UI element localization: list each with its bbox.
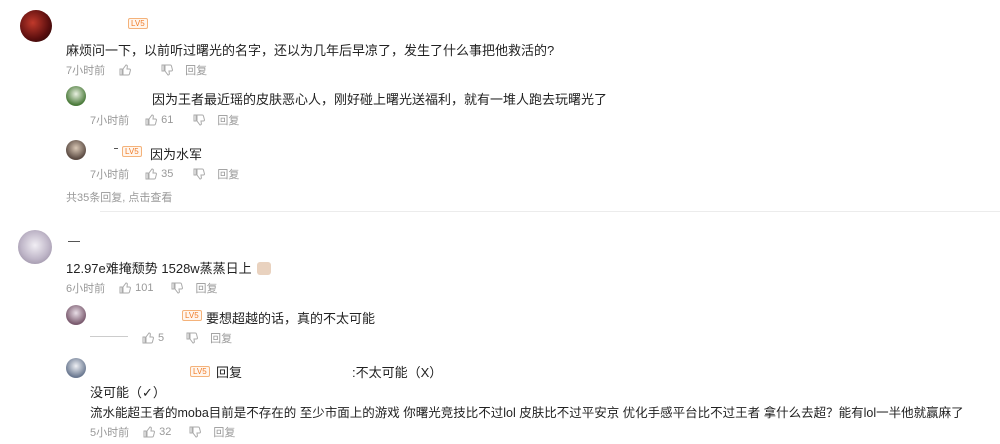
emoji-icon — [257, 262, 272, 275]
reply-meta: 7小时前 61 回复 — [90, 112, 239, 128]
like-count: 61 — [161, 114, 174, 126]
thumbs-up-icon[interactable] — [119, 282, 132, 294]
comment-text: 麻烦问一下，以前听过曙光的名字，还以为几年后早凉了，发生了什么事把他救活的? — [66, 43, 555, 58]
like-count: 101 — [135, 282, 154, 294]
comment-meta: 7小时前 回复 — [66, 62, 207, 78]
avatar[interactable] — [18, 230, 52, 264]
username-fragment — [90, 336, 128, 337]
reply-meta: 7小时前 35 回复 — [90, 166, 239, 182]
timestamp: 7小时前 — [90, 169, 130, 181]
reply-text: 因为水军 — [150, 147, 203, 162]
reply-button[interactable]: 回复 — [217, 166, 239, 182]
thumbs-down-icon[interactable] — [171, 282, 184, 294]
reply-button[interactable]: 回复 — [185, 62, 207, 78]
level-badge: LV5 — [182, 310, 202, 321]
reply-button[interactable]: 回复 — [210, 330, 232, 346]
reply-button[interactable]: 回复 — [195, 280, 217, 296]
thumbs-up-icon[interactable] — [145, 168, 158, 180]
avatar[interactable] — [66, 358, 86, 378]
reply-text-line: 没可能（✓） — [90, 385, 166, 400]
thumbs-down-icon[interactable] — [186, 332, 199, 344]
username-fragment — [68, 241, 80, 242]
like-count: 5 — [158, 332, 165, 344]
reply-button[interactable]: 回复 — [217, 112, 239, 128]
reply-button[interactable]: 回复 — [213, 424, 235, 440]
like-count: 35 — [161, 168, 174, 180]
avatar[interactable] — [20, 10, 52, 42]
reply-text: 要想超越的话，真的不太可能 — [206, 311, 376, 326]
comment-text: 12.97e难掩颓势 1528w蒸蒸日上 — [66, 258, 272, 277]
timestamp: 7小时前 — [90, 115, 130, 127]
thumbs-up-icon[interactable] — [143, 426, 156, 438]
thumbs-down-icon[interactable] — [193, 168, 206, 180]
reply-meta: 5 回复 — [90, 330, 232, 346]
level-badge: LV5 — [122, 146, 142, 157]
comment-meta: 6小时前 101 回复 — [66, 280, 217, 296]
thumbs-down-icon[interactable] — [193, 114, 206, 126]
thumbs-up-icon[interactable] — [142, 332, 154, 344]
view-replies-link[interactable]: 共35条回复, 点击查看 — [66, 189, 172, 205]
thumbs-down-icon[interactable] — [189, 426, 202, 438]
level-badge: LV5 — [128, 18, 148, 29]
reply-prefix: 回复 — [216, 365, 243, 380]
reply-text: 因为王者最近瑶的皮肤恶心人，刚好碰上曙光送福利，就有一堆人跑去玩曙光了 — [152, 92, 608, 107]
username-fragment — [114, 148, 118, 149]
avatar[interactable] — [66, 140, 86, 160]
timestamp: 6小时前 — [66, 283, 106, 295]
level-badge: LV5 — [190, 366, 210, 377]
reply-quote: :不太可能（X） — [352, 365, 443, 380]
thumbs-up-icon[interactable] — [119, 64, 132, 76]
avatar[interactable] — [66, 86, 86, 106]
avatar[interactable] — [66, 305, 86, 325]
thumbs-up-icon[interactable] — [145, 114, 158, 126]
reply-text-line: 流水能超王者的moba目前是不存在的 至少市面上的游戏 你曙光竞技比不过lol … — [90, 406, 964, 420]
timestamp: 5小时前 — [90, 427, 130, 439]
timestamp: 7小时前 — [66, 65, 106, 77]
thumbs-down-icon[interactable] — [161, 64, 174, 76]
divider — [100, 211, 1000, 212]
like-count: 32 — [159, 426, 172, 438]
reply-meta: 5小时前 32 回复 — [90, 424, 235, 440]
